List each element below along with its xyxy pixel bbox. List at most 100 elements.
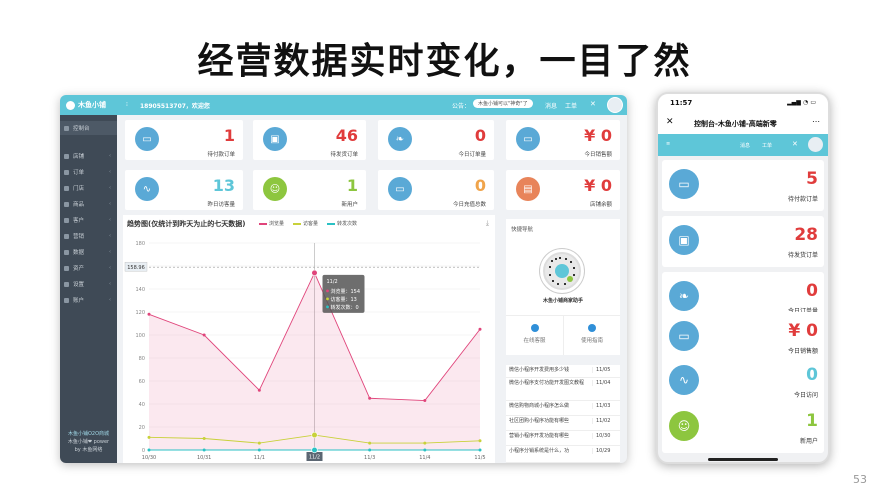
sidebar-item-store[interactable]: 店铺 ‹ [60, 149, 117, 163]
list-item[interactable]: 微信购物商城小程序怎么做 11/03 [506, 401, 620, 416]
sidebar-footer: 木鱼小铺O2O商城 木鱼小铺❤ power by 木鱼网络 [60, 430, 117, 454]
money-icon: ▭ [135, 127, 159, 151]
stat-label: 待发货订单 [330, 152, 358, 158]
welcome-text: 18905513707，欢迎您 [140, 103, 210, 110]
stat-label: 今日订单量 [458, 152, 486, 158]
stat-value: 0 [474, 176, 486, 195]
stat-card-yesterday-visitors[interactable]: ∿ 13 昨日访客量 [125, 170, 243, 210]
list-item[interactable]: 微信小程序开发费用多少钱 11/05 [506, 365, 620, 378]
mobile-stat-card[interactable]: ▭ 5 待付款订单 [662, 160, 824, 211]
app-logo[interactable]: 木鱼小铺 [66, 100, 106, 110]
chat-icon [530, 324, 539, 332]
data-point [368, 396, 372, 400]
sidebar-item-customers[interactable]: 客户 ‹ [60, 213, 117, 227]
sidebar-item-data[interactable]: 数据 ‹ [60, 245, 117, 259]
expand-icon[interactable]: ✕ [590, 100, 596, 108]
stat-label: 昨日访客量 [207, 202, 235, 208]
mobile-stat-card[interactable]: ∿ 0 今日访问 [662, 356, 824, 407]
data-point [257, 388, 261, 392]
sidebar-item-marketing[interactable]: 营销 ‹ [60, 229, 117, 243]
list-item[interactable]: 社区团购小程序功能有哪些 11/02 [506, 416, 620, 431]
tooltip-line: 转发次数：0 [331, 304, 359, 311]
sidebar-item-dashboard[interactable]: 控制台 [60, 121, 117, 135]
x-tick-label: 11/4 [419, 455, 430, 461]
pulse-icon: ∿ [135, 177, 159, 201]
menu-toggle-icon[interactable]: ⁝ [126, 101, 128, 108]
avatar[interactable] [607, 97, 623, 113]
stat-value: ¥ 0 [584, 126, 612, 145]
data-point [147, 435, 151, 439]
account-icon [64, 297, 69, 303]
stat-card-new-users[interactable]: ☺ 1 新用户 [253, 170, 366, 210]
data-point [311, 269, 318, 277]
tickets-link[interactable]: 工单 [762, 142, 772, 149]
sidebar-item-shops[interactable]: 门店 ‹ [60, 181, 117, 195]
button-label: 在线客服 [523, 338, 546, 344]
news-title: 社区团购小程序功能有哪些 [509, 418, 570, 424]
stat-card-pending-shipment[interactable]: ▣ 46 待发货订单 [253, 120, 366, 160]
messages-link[interactable]: 消息 [740, 142, 750, 149]
tickets-link[interactable]: 工单 [565, 101, 577, 110]
expand-icon[interactable]: ✕ [792, 140, 798, 148]
sidebar-item-label: 控制台 [73, 126, 90, 132]
money-icon: ▭ [388, 177, 412, 201]
status-time: 11:57 [670, 99, 693, 107]
sidebar-item-assets[interactable]: 资产 ‹ [60, 261, 117, 275]
data-point [202, 448, 206, 452]
data-point [478, 327, 482, 331]
asset-icon [64, 265, 69, 271]
stat-card-today-orders[interactable]: ❧ 0 今日订单量 [378, 120, 494, 160]
list-item[interactable]: 小程序分销系统是什么，功 10/29 [506, 446, 620, 463]
y-tick-label: 20 [139, 425, 145, 431]
notice-label: 公告： [452, 103, 471, 110]
stat-label: 新用户 [341, 202, 358, 208]
sidebar-item-account[interactable]: 账户 ‹ [60, 293, 117, 307]
stat-card-today-recharge[interactable]: ▭ 0 今日充值总数 [378, 170, 494, 210]
messages-link[interactable]: 消息 [545, 101, 557, 110]
sidebar: 控制台 店铺 ‹ 订单 ‹ 门店 ‹ 商品 ‹ 客户 ‹ 营销 ‹ 数据 ‹ 资产 ‹ 设置 ‹ … [60, 115, 117, 463]
data-point [257, 441, 261, 445]
stat-card-pending-payment[interactable]: ▭ 1 待付款订单 [125, 120, 243, 160]
stat-value: 28 [794, 225, 818, 245]
trend-line-chart[interactable]: 020406080100120140160180158.9610/3010/31… [123, 215, 495, 463]
mobile-page-title: 控制台-木鱼小铺-高端新零 [694, 120, 777, 128]
sidebar-item-label: 店铺 [73, 154, 85, 160]
list-item[interactable]: 微信小程序支付功能开发图文教程 11/04 [506, 378, 620, 401]
stat-card-store-balance[interactable]: ▤ ¥ 0 店铺余额 [506, 170, 620, 210]
user-guide-button[interactable]: 使用指南 [563, 315, 620, 355]
sidebar-item-orders[interactable]: 订单 ‹ [60, 165, 117, 179]
desktop-dashboard-window: 木鱼小铺 ⁝ 18905513707，欢迎您 公告： 木鱼小铺可以"神奇"了 消… [60, 95, 627, 463]
more-icon[interactable]: ⋯ [812, 117, 820, 126]
stat-value: 0 [474, 126, 486, 145]
news-date: 11/02 [592, 418, 618, 424]
news-title: 微信小程序支付功能开发图文教程 [509, 380, 585, 386]
trend-chart-panel: 趋势图(仅统计到昨天为止的七天数据) 浏览量 访客量 转发次数 ⤓ 0 20 40 6… [123, 215, 495, 463]
notice-pill[interactable]: 木鱼小铺可以"神奇"了 [473, 99, 533, 108]
avatar[interactable] [808, 137, 823, 152]
sidebar-item-goods[interactable]: 商品 ‹ [60, 197, 117, 211]
mobile-stat-card[interactable]: ▣ 28 待发货订单 [662, 216, 824, 267]
stat-label: 今日销售额 [787, 348, 818, 355]
news-list: 微信小程序开发费用多少钱 11/05 微信小程序支付功能开发图文教程 11/04 微… [506, 365, 620, 463]
menu-icon[interactable]: ≡ [666, 141, 670, 147]
stat-label: 新用户 [799, 438, 818, 445]
online-service-button[interactable]: 在线客服 [506, 315, 563, 355]
reference-label: 158.96 [127, 265, 145, 271]
news-date: 11/03 [592, 403, 618, 409]
mobile-stat-card[interactable]: ☺ 1 新用户 [662, 402, 824, 453]
qr-code-icon [540, 249, 584, 293]
stat-value: 5 [806, 169, 818, 189]
stat-card-today-sales[interactable]: ▭ ¥ 0 今日销售额 [506, 120, 620, 160]
dashboard-icon [64, 125, 69, 131]
page-number: 53 [853, 473, 867, 486]
y-tick-label: 80 [139, 356, 145, 362]
close-icon[interactable]: ✕ [666, 117, 674, 127]
data-point [368, 448, 372, 452]
customer-icon [64, 217, 69, 223]
stat-value: 13 [212, 176, 235, 195]
data-point [423, 441, 427, 445]
list-item[interactable]: 营销小程序开发功能有哪些 10/30 [506, 431, 620, 446]
sidebar-item-settings[interactable]: 设置 ‹ [60, 277, 117, 291]
chevron-left-icon: ‹ [109, 249, 111, 255]
y-tick-label: 60 [139, 379, 145, 385]
